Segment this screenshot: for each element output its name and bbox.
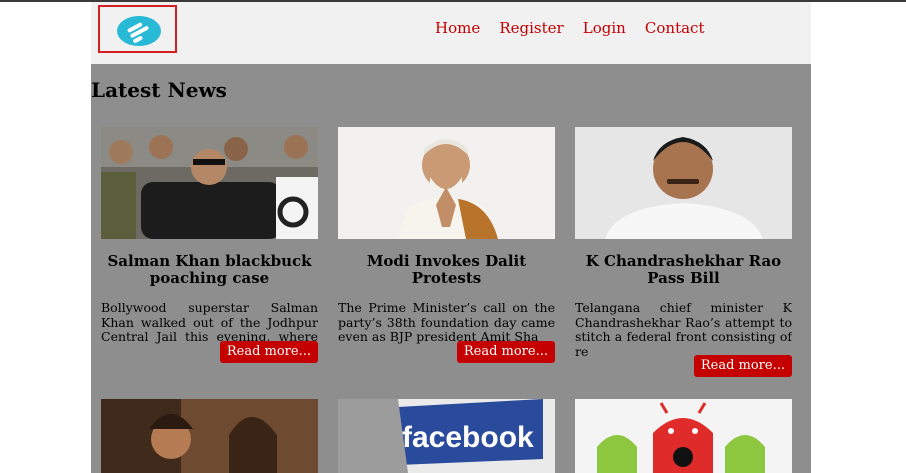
nav-home-link[interactable]: Home [435, 19, 480, 37]
read-more-button[interactable]: Read more... [456, 341, 555, 363]
news-image-modi[interactable] [338, 127, 555, 239]
news-image-movie[interactable] [101, 399, 318, 473]
news-image-salman[interactable] [101, 127, 318, 239]
news-card [575, 399, 792, 473]
navbar: Home Register Login Contact [91, 2, 811, 64]
read-more-button[interactable]: Read more... [219, 341, 318, 363]
nav-register-link[interactable]: Register [499, 19, 563, 37]
news-card: Modi Invokes Dalit Protests The Prime Mi… [338, 127, 555, 363]
page-container: Home Register Login Contact Latest News [91, 2, 811, 473]
news-card-excerpt: The Prime Minister’s call on the party’s… [338, 301, 555, 344]
nav-links: Home Register Login Contact [435, 18, 718, 37]
news-card-title[interactable]: K Chandrashekhar Rao Pass Bill [575, 253, 792, 287]
news-image-kcr[interactable] [575, 127, 792, 239]
nav-contact-link[interactable]: Contact [645, 19, 705, 37]
facebook-wordmark: facebook [402, 421, 534, 454]
news-card: K Chandrashekhar Rao Pass Bill Telangana… [575, 127, 792, 377]
page-title: Latest News [91, 78, 227, 102]
logo-icon [117, 16, 161, 46]
news-card-excerpt: Bollywood superstar Salman Khan walked o… [101, 301, 318, 345]
news-image-android-malware[interactable] [575, 399, 792, 473]
news-card-title[interactable]: Salman Khan blackbuck poaching case [101, 253, 318, 287]
news-card-excerpt: Telangana chief minister K Chandrashekha… [575, 301, 792, 359]
news-card-title[interactable]: Modi Invokes Dalit Protests [338, 253, 555, 287]
read-more-button[interactable]: Read more... [693, 355, 792, 377]
news-image-facebook[interactable]: facebook [338, 399, 555, 473]
news-card [101, 399, 318, 473]
site-logo[interactable] [98, 5, 177, 53]
nav-login-link[interactable]: Login [583, 19, 626, 37]
news-card: facebook [338, 399, 555, 473]
news-section: Latest News Salman Khan blackbuck poachi… [91, 64, 811, 473]
news-card: Salman Khan blackbuck poaching case Boll… [101, 127, 318, 363]
